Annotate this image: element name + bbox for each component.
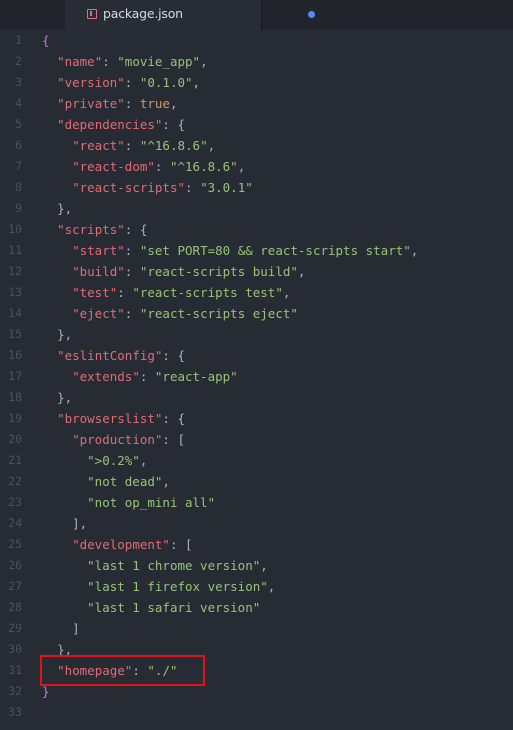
line-code: "eslintConfig": {: [57, 348, 186, 363]
code-line[interactable]: 15 },: [0, 324, 513, 345]
line-code: "react-dom": "^16.8.6",: [72, 159, 246, 174]
line-code: "not op_mini all": [87, 495, 216, 510]
code-line[interactable]: 17 "extends": "react-app": [0, 366, 513, 387]
line-code: "version": "0.1.0",: [57, 75, 201, 90]
line-number: 32: [8, 684, 22, 698]
line-code: "last 1 firefox version",: [87, 579, 276, 594]
code-line[interactable]: 29 ]: [0, 618, 513, 639]
line-code: "eject": "react-scripts eject": [72, 306, 298, 321]
line-code: "test": "react-scripts test",: [72, 285, 291, 300]
code-line[interactable]: 6 "react": "^16.8.6",: [0, 135, 513, 156]
line-number: 7: [15, 159, 22, 173]
line-code: ">0.2%",: [87, 453, 148, 468]
line-number: 21: [8, 453, 22, 467]
code-line[interactable]: 11 "start": "set PORT=80 && react-script…: [0, 240, 513, 261]
code-line[interactable]: 5 "dependencies": {: [0, 114, 513, 135]
line-number: 17: [8, 369, 22, 383]
line-number: 10: [8, 222, 22, 236]
line-number: 4: [15, 96, 22, 110]
line-code: "development": [: [72, 537, 193, 552]
line-number: 23: [8, 495, 22, 509]
line-code: "name": "movie_app",: [57, 54, 208, 69]
line-number: 29: [8, 621, 22, 635]
code-line[interactable]: 3 "version": "0.1.0",: [0, 72, 513, 93]
code-line[interactable]: 33: [0, 702, 513, 723]
code-line[interactable]: 28 "last 1 safari version": [0, 597, 513, 618]
code-line[interactable]: 24 ],: [0, 513, 513, 534]
line-code: "react-scripts": "3.0.1": [72, 180, 253, 195]
code-line[interactable]: 13 "test": "react-scripts test",: [0, 282, 513, 303]
code-line[interactable]: 21 ">0.2%",: [0, 450, 513, 471]
code-line[interactable]: 12 "build": "react-scripts build",: [0, 261, 513, 282]
code-line[interactable]: 22 "not dead",: [0, 471, 513, 492]
code-line[interactable]: 23 "not op_mini all": [0, 492, 513, 513]
line-code: {: [42, 33, 50, 48]
line-number: 8: [15, 180, 22, 194]
code-line[interactable]: 10 "scripts": {: [0, 219, 513, 240]
line-number: 24: [8, 516, 22, 530]
code-editor[interactable]: 1{2 "name": "movie_app", 3 "version": "0.…: [0, 30, 513, 730]
line-code: "private": true,: [57, 96, 178, 111]
line-code: "react": "^16.8.6",: [72, 138, 216, 153]
code-line[interactable]: 9 },: [0, 198, 513, 219]
line-number: 3: [15, 75, 22, 89]
line-number: 18: [8, 390, 22, 404]
code-line[interactable]: 19 "browserslist": {: [0, 408, 513, 429]
line-number: 28: [8, 600, 22, 614]
code-line[interactable]: 27 "last 1 firefox version",: [0, 576, 513, 597]
tab-label: package.json: [103, 6, 183, 21]
line-number: 14: [8, 306, 22, 320]
code-line[interactable]: 2 "name": "movie_app",: [0, 51, 513, 72]
tab-package-json[interactable]: package.json: [65, 0, 315, 30]
line-number: 27: [8, 579, 22, 593]
highlight-annotation-box: [40, 655, 205, 686]
line-code: },: [57, 201, 73, 216]
line-code: "start": "set PORT=80 && react-scripts s…: [72, 243, 419, 258]
line-number: 1: [15, 33, 22, 47]
code-line[interactable]: 4 "private": true,: [0, 93, 513, 114]
modified-indicator-icon[interactable]: [308, 11, 315, 18]
line-number: 20: [8, 432, 22, 446]
line-code: "not dead",: [87, 474, 170, 489]
line-number: 25: [8, 537, 22, 551]
line-code: "extends": "react-app": [72, 369, 238, 384]
line-number: 15: [8, 327, 22, 341]
line-code: ]: [72, 621, 80, 636]
line-code: "last 1 safari version": [87, 600, 261, 615]
line-code: "dependencies": {: [57, 117, 186, 132]
line-code: "scripts": {: [57, 222, 148, 237]
line-number: 5: [15, 117, 22, 131]
line-number: 30: [8, 642, 22, 656]
line-number: 33: [8, 705, 22, 719]
line-code: "browserslist": {: [57, 411, 186, 426]
line-code: },: [57, 327, 73, 342]
line-code: "last 1 chrome version",: [87, 558, 268, 573]
code-line[interactable]: 1{: [0, 30, 513, 51]
code-line[interactable]: 16 "eslintConfig": {: [0, 345, 513, 366]
line-code: "build": "react-scripts build",: [72, 264, 306, 279]
code-line[interactable]: 26 "last 1 chrome version",: [0, 555, 513, 576]
line-number: 22: [8, 474, 22, 488]
code-line[interactable]: 14 "eject": "react-scripts eject": [0, 303, 513, 324]
code-line[interactable]: 18 },: [0, 387, 513, 408]
line-number: 16: [8, 348, 22, 362]
line-code: ],: [72, 516, 88, 531]
line-number: 26: [8, 558, 22, 572]
line-number: 9: [15, 201, 22, 215]
file-json-icon: [87, 9, 97, 19]
code-line[interactable]: 20 "production": [: [0, 429, 513, 450]
line-number: 11: [8, 243, 22, 257]
line-number: 13: [8, 285, 22, 299]
line-code: "production": [: [72, 432, 186, 447]
line-number: 19: [8, 411, 22, 425]
line-number: 2: [15, 54, 22, 68]
line-number: 12: [8, 264, 22, 278]
code-line[interactable]: 25 "development": [: [0, 534, 513, 555]
line-number: 6: [15, 138, 22, 152]
tab-bar: package.json: [0, 0, 513, 30]
line-code: },: [57, 390, 73, 405]
line-number: 31: [8, 663, 22, 677]
code-line[interactable]: 8 "react-scripts": "3.0.1": [0, 177, 513, 198]
code-line[interactable]: 7 "react-dom": "^16.8.6",: [0, 156, 513, 177]
